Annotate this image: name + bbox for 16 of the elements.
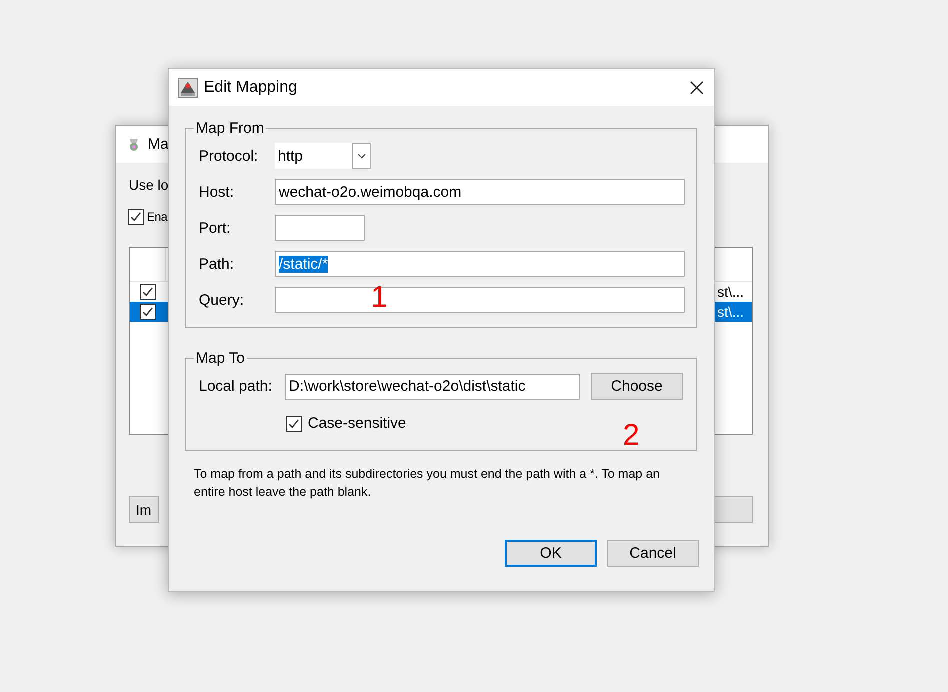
field-label: Host: xyxy=(199,184,236,200)
annotation-number: 2 xyxy=(623,421,640,451)
help-text: To map from a path and its subdirectories you must end the path with a *. To map an entire host leave the path blank. xyxy=(194,466,661,501)
group-title: Map From xyxy=(195,120,266,137)
annotation-number: 1 xyxy=(371,283,388,313)
field-label: Port: xyxy=(199,220,232,236)
field-label: Local path: xyxy=(199,378,274,395)
field-label: Query: xyxy=(199,292,246,308)
checkbox-label: Ena xyxy=(147,210,168,224)
field-label: Protocol: xyxy=(199,148,260,164)
window-title: Edit Mapping xyxy=(204,78,298,96)
option-label: Use lo xyxy=(129,177,169,193)
checkbox-label: Case-sensitive xyxy=(308,415,406,432)
group-title: Map To xyxy=(195,350,246,367)
window-title: Ma xyxy=(148,136,169,153)
field-label: Path: xyxy=(199,256,236,272)
